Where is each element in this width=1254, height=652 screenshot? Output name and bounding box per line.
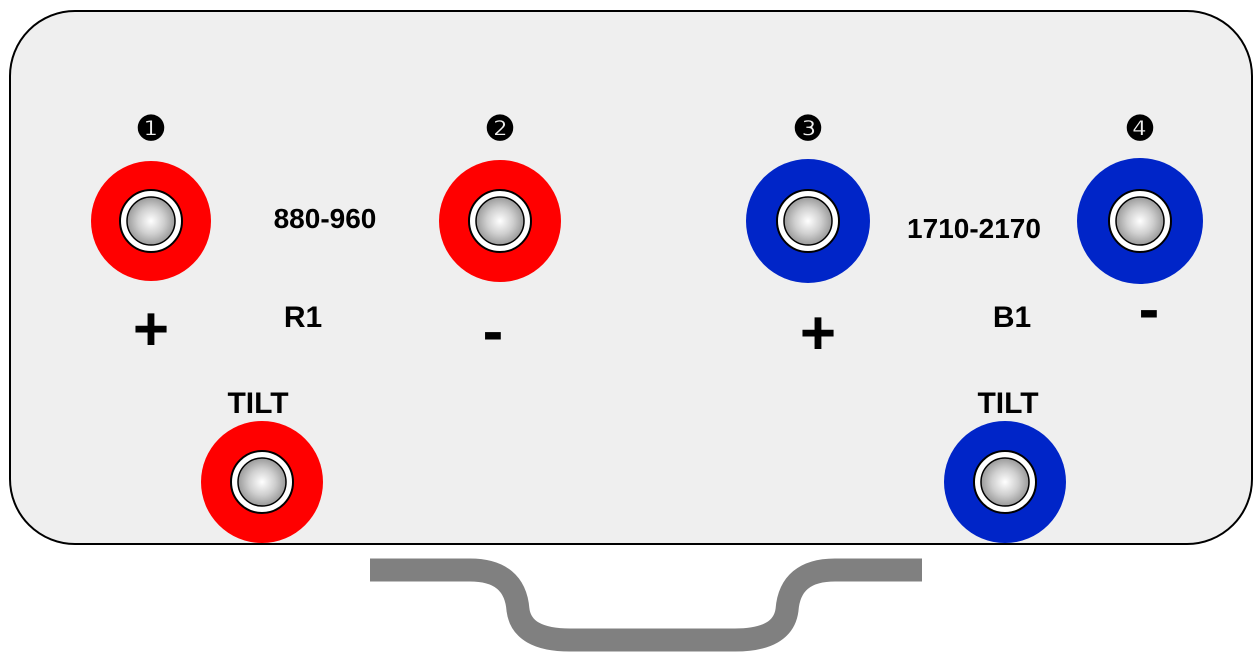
blue-tilt-connector[interactable] [944, 421, 1066, 543]
red-tilt-connector[interactable] [201, 421, 323, 543]
blue-band-frequency-label: 1710-2170 [907, 213, 1041, 244]
red-band-name: R1 [284, 301, 322, 334]
port-number-1: ❶ [136, 110, 166, 148]
mounting-bracket [370, 558, 922, 652]
port-4-polarity: - [1139, 275, 1160, 344]
blue-tilt-label: TILT [977, 387, 1038, 420]
port-number-4: ❹ [1125, 110, 1155, 148]
port-3-connector[interactable] [746, 159, 870, 283]
port-2-polarity: - [483, 297, 504, 366]
red-band-frequency-label: 880-960 [274, 203, 377, 234]
red-tilt-label: TILT [227, 387, 288, 420]
port-2-connector[interactable] [439, 160, 561, 282]
blue-band-name: B1 [993, 301, 1031, 334]
port-1-polarity: + [133, 295, 169, 364]
port-number-2: ❷ [485, 110, 515, 148]
port-1-connector[interactable] [91, 161, 211, 281]
port-4-connector[interactable] [1077, 158, 1203, 284]
panel-body [9, 10, 1253, 545]
port-number-3: ❸ [793, 110, 823, 148]
port-3-polarity: + [800, 299, 836, 368]
antenna-port-panel: ❶ ❷ ❸ ❹ 880-960 1710-2170 R1 B1 + - + - … [9, 10, 1253, 652]
